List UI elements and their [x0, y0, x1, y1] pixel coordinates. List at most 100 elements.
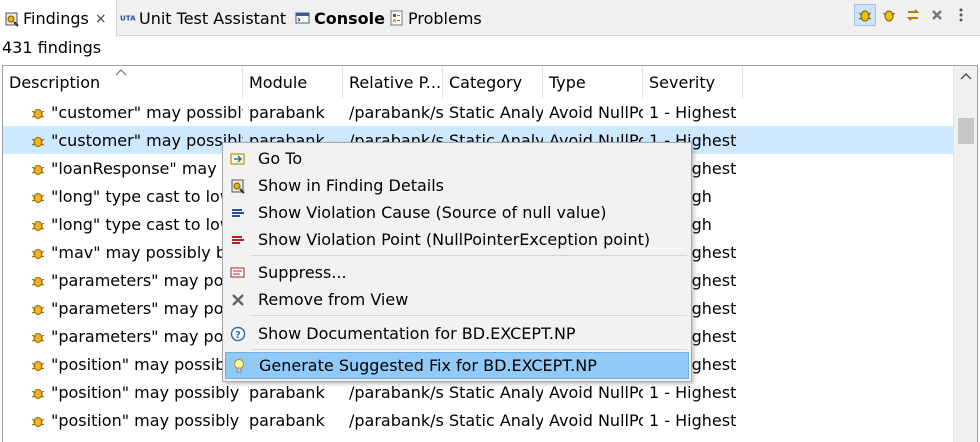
column-header-type[interactable]: Type: [543, 66, 643, 98]
cell-relative-path: /parabank/src: [343, 98, 443, 126]
cell-text: Static Analysis: [449, 102, 543, 122]
cell-category: Static Analysis: [443, 406, 543, 434]
finding-bug-icon: [31, 357, 45, 371]
svg-text:?: ?: [235, 330, 241, 341]
table-row[interactable]: "position" may possibly be null parabank /…: [3, 378, 953, 406]
tab-label: Unit Test Assistant: [139, 8, 287, 28]
bug-icon[interactable]: [878, 4, 900, 26]
violation-cause-icon: [229, 204, 247, 222]
view-toolbar: [854, 4, 972, 30]
help-icon: ?: [229, 325, 247, 343]
table-row[interactable]: "position" may possibly be null parabank /…: [3, 406, 953, 434]
cell-relative-path: /parabank/src: [343, 378, 443, 406]
cell-text: /parabank/src: [349, 410, 443, 430]
menu-item-label: Show Violation Cause (Source of null val…: [258, 203, 607, 222]
menu-item-show-violation-cause[interactable]: Show Violation Cause (Source of null val…: [225, 199, 689, 226]
menu-separator: [251, 255, 687, 256]
cell-text: parabank: [249, 382, 325, 402]
cell-text: "position" may possibly be null: [51, 354, 243, 374]
menu-item-show-in-finding-details[interactable]: Show in Finding Details: [225, 172, 689, 199]
scroll-up-icon[interactable]: [954, 72, 977, 88]
finding-bug-icon: [31, 161, 45, 175]
cell-text: Static Analysis: [449, 410, 543, 430]
table-row[interactable]: "customer" may possibly be null parabank /…: [3, 98, 953, 126]
remove-all-icon[interactable]: [926, 4, 948, 26]
suppress-icon: [229, 264, 247, 282]
menu-item-show-documentation[interactable]: ? Show Documentation for BD.EXCEPT.NP: [225, 320, 689, 347]
column-header-severity[interactable]: Severity: [643, 66, 743, 98]
vertical-scrollbar[interactable]: [953, 66, 977, 442]
cell-text: parabank: [249, 410, 325, 430]
cell-text: Avoid NullPointerException: [549, 382, 643, 402]
tab-console[interactable]: Console: [295, 0, 385, 36]
menu-item-label: Show in Finding Details: [258, 176, 445, 195]
cell-type: Avoid NullPointerException: [543, 98, 643, 126]
cell-type: Avoid NullPointerException: [543, 378, 643, 406]
menu-item-show-violation-point[interactable]: Show Violation Point (NullPointerExcepti…: [225, 226, 689, 253]
cell-text: "position" may possibly be null: [51, 382, 243, 402]
menu-item-generate-suggested-fix[interactable]: Generate Suggested Fix for BD.EXCEPT.NP: [225, 352, 689, 379]
cell-description: "parameters" may possibly be null: [3, 266, 243, 294]
problems-icon: [389, 10, 405, 26]
cell-text: "parameters" may possibly be null: [51, 326, 243, 346]
cell-description: "mav" may possibly be null: [3, 238, 243, 266]
cell-text: "customer" may possibly be null: [51, 102, 243, 122]
cell-description: "position" may possibly be null: [3, 406, 243, 434]
cell-text: /parabank/src: [349, 102, 443, 122]
cell-category: Static Analysis: [443, 98, 543, 126]
column-header-module[interactable]: Module: [243, 66, 343, 98]
column-header-category[interactable]: Category: [443, 66, 543, 98]
column-header-label: Description: [9, 72, 101, 92]
scrollbar-thumb[interactable]: [958, 118, 974, 144]
tab-problems[interactable]: Problems: [389, 0, 482, 36]
context-menu: Go To Show in Finding Details Show Viola…: [222, 142, 692, 382]
finding-bug-icon: [31, 133, 45, 147]
column-header-relative-path[interactable]: Relative P...: [343, 66, 443, 98]
cell-text: Avoid NullPointerException: [549, 410, 643, 430]
finding-bug-icon: [31, 189, 45, 203]
cell-text: Static Analysis: [449, 382, 543, 402]
cell-description: "loanResponse" may possibly be null: [3, 154, 243, 182]
cell-text: "long" type cast to lower precision: [51, 214, 243, 234]
uta-icon: UTA: [120, 10, 136, 26]
console-icon: [295, 10, 311, 26]
cell-severity: 1 - Highest: [643, 98, 743, 126]
bug-filter-icon[interactable]: [854, 4, 876, 26]
menu-item-label: Generate Suggested Fix for BD.EXCEPT.NP: [259, 356, 597, 375]
column-header-label: Module: [249, 72, 308, 92]
sync-icon[interactable]: [902, 4, 924, 26]
cell-text: "long" type cast to lower precision: [51, 186, 243, 206]
menu-item-label: Show Documentation for BD.EXCEPT.NP: [258, 324, 576, 343]
view-menu-icon[interactable]: [950, 4, 972, 26]
menu-item-label: Go To: [258, 149, 303, 168]
close-icon[interactable]: ×: [95, 11, 107, 27]
finding-bug-icon: [31, 245, 45, 259]
findings-count: 431 findings: [2, 38, 102, 57]
cell-text: "loanResponse" may possibly be null: [51, 158, 243, 178]
table-header: Description Module Relative P... Categor…: [3, 66, 953, 98]
cell-type: Avoid NullPointerException: [543, 406, 643, 434]
violation-point-icon: [229, 231, 247, 249]
finding-bug-icon: [31, 385, 45, 399]
menu-item-suppress[interactable]: Suppress...: [225, 259, 689, 286]
svg-text:UTA: UTA: [120, 14, 136, 23]
tab-findings[interactable]: Findings ×: [0, 0, 117, 37]
cell-text: "parameters" may possibly be null: [51, 270, 243, 290]
cell-text: 1 - Highest: [649, 410, 737, 430]
menu-item-go-to[interactable]: Go To: [225, 145, 689, 172]
finding-details-icon: [229, 177, 247, 195]
finding-bug-icon: [31, 329, 45, 343]
column-header-label: Relative P...: [349, 72, 442, 92]
menu-item-label: Suppress...: [258, 263, 347, 282]
cell-description: "position" may possibly be null: [3, 378, 243, 406]
tab-unit-test-assistant[interactable]: UTA Unit Test Assistant: [120, 0, 286, 36]
column-header-description[interactable]: Description: [3, 66, 243, 98]
cell-description: "long" type cast to lower precision: [3, 210, 243, 238]
finding-bug-icon: [31, 301, 45, 315]
cell-severity: 1 - Highest: [643, 378, 743, 406]
remove-icon: [229, 291, 247, 309]
findings-icon: [4, 11, 20, 27]
cell-text: "customer" may possibly be null: [51, 130, 243, 150]
cell-module: parabank: [243, 98, 343, 126]
menu-item-remove-from-view[interactable]: Remove from View: [225, 286, 689, 313]
